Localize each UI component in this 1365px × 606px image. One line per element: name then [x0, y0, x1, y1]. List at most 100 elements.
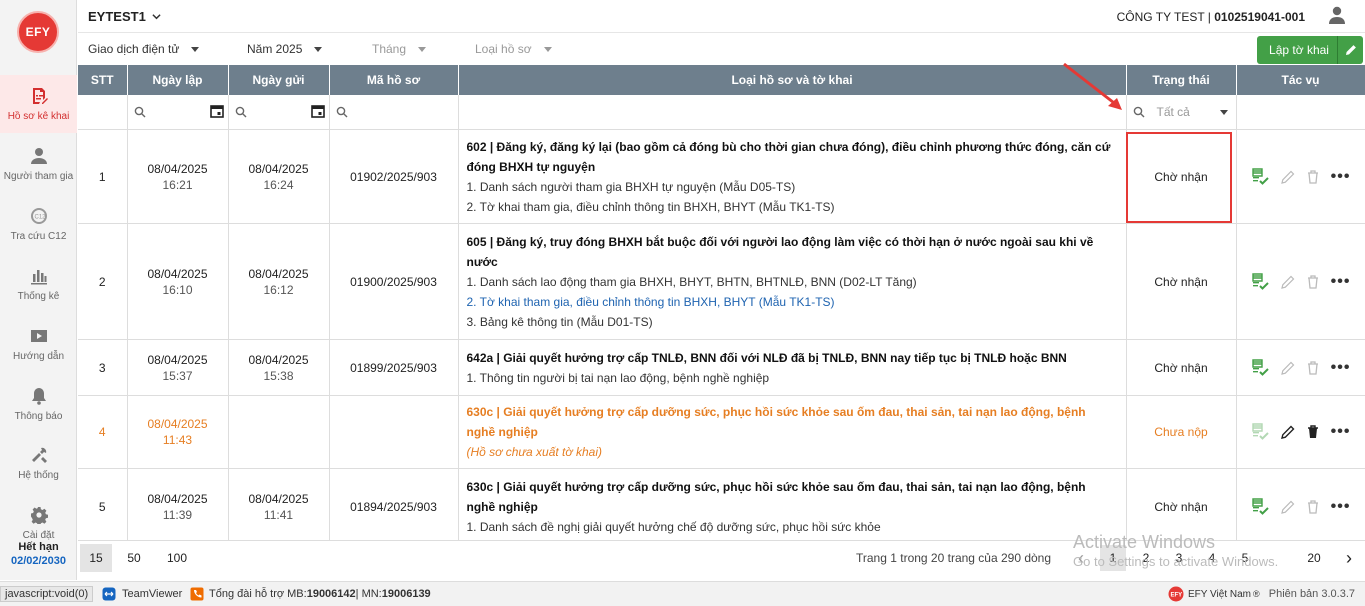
more-icon[interactable]: •••: [1331, 359, 1351, 377]
page-size-100[interactable]: 100: [161, 544, 193, 572]
filter-row: Tất cả: [78, 95, 1365, 130]
form-note: (Hồ sơ chưa xuất tờ khai): [466, 445, 603, 459]
sidebar: EFY Hồ sơ kê khai Người tham gia C12 Tra…: [0, 0, 77, 580]
form-sub-item[interactable]: 1. Danh sách lao động tham gia BHXH, BHY…: [467, 272, 1118, 292]
tenant-selector[interactable]: EYTEST1: [88, 9, 162, 24]
sidebar-item-nguoi-tham-gia[interactable]: Người tham gia: [0, 135, 77, 193]
sidebar-item-tra-cuu-c12[interactable]: C12 Tra cứu C12: [0, 195, 77, 253]
delete-icon[interactable]: [1307, 425, 1319, 439]
sidebar-item-huong-dan[interactable]: Hướng dẫn: [0, 315, 77, 373]
record-code: 01899/2025/903: [329, 339, 459, 396]
delete-icon[interactable]: [1307, 169, 1319, 184]
row-stt: 4: [78, 395, 128, 469]
form-sub-item[interactable]: 2. Tờ khai tham gia, điều chỉnh thông ti…: [467, 197, 1118, 217]
page-5[interactable]: 5: [1232, 545, 1258, 571]
filter-code[interactable]: [329, 95, 459, 130]
table-row[interactable]: 1 08/04/2025 16:21 08/04/2025 16:24 01902/…: [78, 129, 1365, 224]
create-declaration-button[interactable]: Lập tờ khai: [1257, 36, 1363, 64]
form-sub-item[interactable]: 3. Bảng kê thông tin (Mẫu D01-TS): [467, 312, 1118, 332]
sidebar-item-thong-bao[interactable]: Thông báo: [0, 375, 77, 433]
created-time: 11:39: [162, 507, 193, 522]
edit-icon[interactable]: [1280, 500, 1295, 514]
c12-search-icon: C12: [29, 206, 49, 226]
expiry-label: Hết hạn: [18, 541, 59, 553]
guide-video-icon: [29, 326, 49, 346]
record-code: 01894/2025/903: [329, 468, 459, 540]
filter-month[interactable]: Tháng: [372, 42, 427, 56]
more-icon[interactable]: •••: [1331, 423, 1351, 441]
pencil-icon: [1337, 36, 1363, 64]
header-code: Mã hồ sơ: [329, 65, 459, 95]
form-sub-item[interactable]: 1. Danh sách người tham gia BHXH tự nguy…: [467, 177, 1118, 197]
sidebar-item-thong-ke[interactable]: Thống kê: [0, 255, 77, 313]
more-icon[interactable]: •••: [1331, 273, 1351, 291]
delete-icon[interactable]: [1307, 499, 1319, 514]
app-version: Phiên bản 3.0.3.7: [1268, 588, 1355, 600]
teamviewer-icon: [102, 587, 116, 601]
header-status: Trạng thái: [1126, 65, 1237, 95]
sent-date: 08/04/2025: [248, 491, 309, 506]
document-edit-icon: [29, 86, 49, 106]
teamviewer-label: TeamViewer: [122, 588, 183, 600]
page-size-50[interactable]: 50: [118, 544, 150, 572]
form-sub-item[interactable]: 1. Thông tin người bị tai nạn lao động, …: [467, 368, 1118, 388]
page-4[interactable]: 4: [1199, 545, 1225, 571]
efy-logo[interactable]: EFY: [17, 11, 59, 53]
delete-icon[interactable]: [1307, 274, 1319, 289]
form-sub-item[interactable]: 2. Tờ khai tham gia, điều chỉnh thông ti…: [467, 292, 1118, 312]
calendar-icon[interactable]: [209, 104, 224, 121]
more-icon[interactable]: •••: [1331, 498, 1351, 516]
pagination-info: Trang 1 trong 20 trang của 290 dòng: [856, 551, 1052, 565]
prev-page-button[interactable]: ‹: [1068, 545, 1094, 571]
filter-year[interactable]: Năm 2025: [247, 42, 323, 56]
filter-sent-date[interactable]: [228, 95, 330, 130]
table-row[interactable]: 5 08/04/2025 11:39 08/04/2025 11:41 01894/…: [78, 468, 1365, 540]
delete-icon[interactable]: [1307, 360, 1319, 375]
page-20[interactable]: 20: [1301, 545, 1327, 571]
approve-doc-icon[interactable]: [1251, 272, 1269, 291]
filter-form-type[interactable]: Loại hồ sơ: [475, 42, 552, 56]
approve-doc-icon[interactable]: [1251, 167, 1269, 186]
record-code: [329, 395, 459, 469]
form-title[interactable]: 602 | Đăng ký, đăng ký lại (bao gồm cả đ…: [467, 137, 1118, 177]
sidebar-item-label: Hệ thống: [18, 470, 59, 481]
sidebar-item-label: Cài đặt: [22, 530, 55, 541]
more-icon[interactable]: •••: [1331, 168, 1351, 186]
approve-doc-icon[interactable]: [1251, 423, 1269, 441]
edit-icon[interactable]: [1280, 425, 1295, 439]
filter-status[interactable]: Tất cả: [1126, 95, 1237, 130]
edit-icon[interactable]: [1280, 170, 1295, 184]
search-icon: [134, 106, 145, 118]
filter-transaction[interactable]: Giao dịch điện tử: [88, 42, 200, 56]
page-3[interactable]: 3: [1166, 545, 1192, 571]
table-row[interactable]: 2 08/04/2025 16:10 08/04/2025 16:12 01900/…: [78, 223, 1365, 340]
filter-created-date[interactable]: [127, 95, 229, 130]
form-title[interactable]: 642a | Giải quyết hưởng trợ cấp TNLĐ, BN…: [467, 348, 1118, 368]
search-icon: [336, 106, 347, 118]
sidebar-item-ho-so-ke-khai[interactable]: Hồ sơ kê khai: [0, 75, 77, 133]
approve-doc-icon[interactable]: [1251, 358, 1269, 377]
edit-icon[interactable]: [1280, 361, 1295, 375]
company-tax-code: 0102519041-001: [1214, 10, 1305, 24]
teamviewer-link[interactable]: TeamViewer: [102, 587, 182, 601]
table-row[interactable]: 3 08/04/2025 15:37 08/04/2025 15:38 01899/…: [78, 339, 1365, 396]
svg-text:EFY: EFY: [1171, 593, 1183, 599]
form-title[interactable]: 605 | Đăng ký, truy đóng BHXH bắt buộc đ…: [467, 232, 1118, 272]
form-title[interactable]: 630c | Giải quyết hưởng trợ cấp dưỡng sứ…: [467, 402, 1118, 442]
form-sub-item[interactable]: 1. Danh sách đề nghị giải quyết hưởng ch…: [467, 517, 1118, 537]
calendar-icon[interactable]: [310, 104, 325, 121]
form-title[interactable]: 630c | Giải quyết hưởng trợ cấp dưỡng sứ…: [467, 477, 1118, 517]
brand-label: EFY Việt Nam: [1188, 588, 1251, 600]
page-1[interactable]: 1: [1100, 545, 1126, 571]
status-badge: Chờ nhận: [1126, 223, 1237, 340]
approve-doc-icon[interactable]: [1251, 497, 1269, 516]
edit-icon[interactable]: [1280, 275, 1295, 289]
user-account-icon[interactable]: [1327, 5, 1347, 25]
filter-cell-stt: [78, 95, 128, 130]
next-page-button[interactable]: ›: [1336, 545, 1362, 571]
table-row[interactable]: 4 08/04/2025 11:43 630c | Giải quyết hưởn…: [78, 395, 1365, 469]
page-2[interactable]: 2: [1133, 545, 1159, 571]
sidebar-item-he-thong[interactable]: Hệ thống: [0, 434, 77, 492]
page-size-15[interactable]: 15: [80, 544, 112, 572]
created-date: 08/04/2025: [147, 491, 208, 506]
